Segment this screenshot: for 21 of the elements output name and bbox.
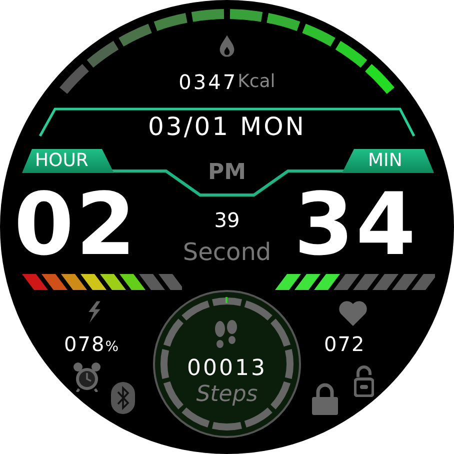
alarm-clock-icon [73, 362, 101, 392]
seconds-digits: 39 [214, 208, 240, 232]
minute-label: MIN [342, 149, 434, 173]
calorie-unit: Kcal [238, 70, 276, 94]
unlocked-lock-icon [354, 365, 374, 397]
hour-label: HOUR [22, 149, 114, 173]
heart-rate-reading: 072 [324, 332, 366, 356]
minute-digits: 34 [294, 180, 418, 270]
seconds-label: Second [182, 238, 272, 266]
bluetooth-icon [111, 382, 135, 414]
am-pm-text: PM [208, 160, 246, 186]
drop-icon [218, 34, 236, 58]
battery-reading: 078 [64, 332, 106, 356]
heart-icon [338, 300, 368, 326]
battery-unit: % [105, 339, 120, 355]
calorie-value: 0347 [178, 70, 238, 94]
date-text: 03/01 MON [148, 112, 306, 142]
step-count: 00013 [187, 356, 267, 382]
lock-icon [312, 383, 338, 415]
steps-label: Steps [196, 382, 258, 408]
hour-digits: 02 [14, 180, 138, 270]
